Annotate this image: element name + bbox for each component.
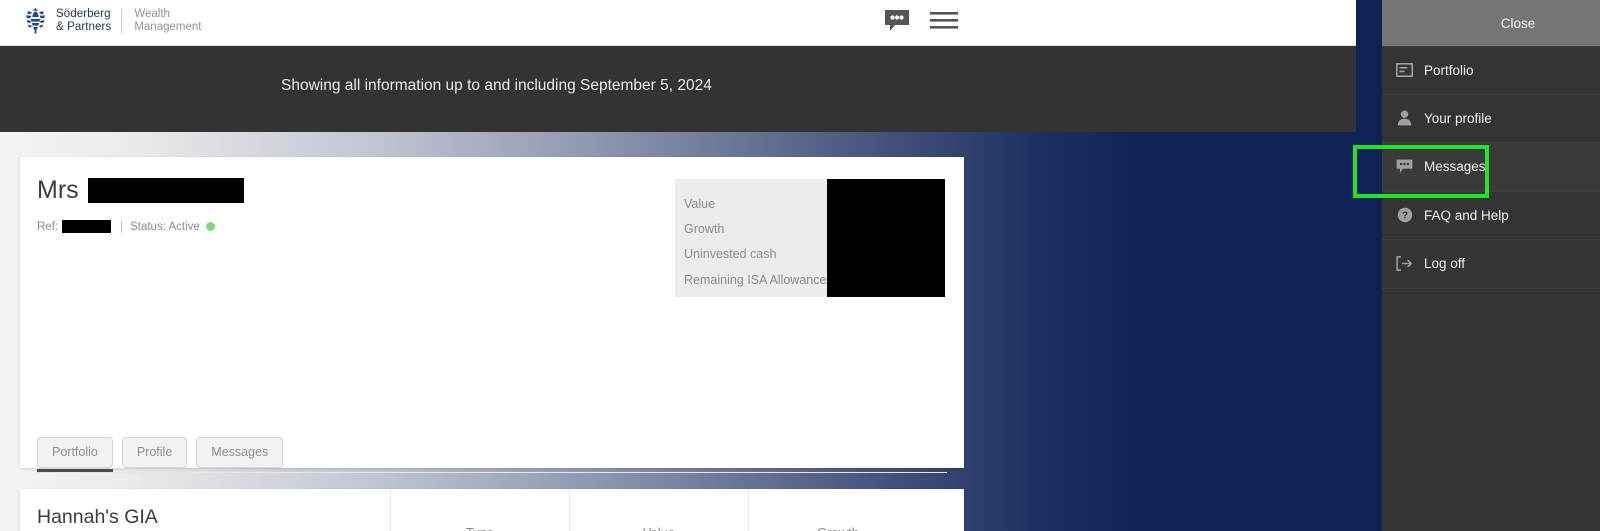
- summary-label-growth: Growth: [684, 222, 725, 237]
- summary-panel: Value Growth Uninvested cash Remaining I…: [675, 179, 945, 297]
- speech-bubble-icon[interactable]: [884, 9, 910, 32]
- sidebar-item-log-off[interactable]: Log off: [1382, 240, 1600, 289]
- tab-messages[interactable]: Messages: [196, 437, 284, 468]
- info-strip-text: Showing all information up to and includ…: [281, 77, 712, 94]
- info-strip: Showing all information up to and includ…: [0, 46, 1356, 132]
- redacted-summary-values: [827, 179, 945, 297]
- sidebar-item-messages[interactable]: Messages: [1382, 143, 1600, 192]
- redacted-client-name: [87, 177, 244, 203]
- summary-label-value: Value: [684, 197, 716, 211]
- hamburger-menu-icon[interactable]: [930, 11, 958, 30]
- header-actions: [884, 9, 958, 32]
- account-salutation: Mrs: [37, 176, 79, 204]
- top-header: Söderberg & Partners Wealth Management: [0, 0, 1356, 46]
- ref-label: Ref:: [37, 220, 59, 233]
- holding-column-type: Type: [390, 489, 569, 531]
- sidebar-item-label: Your profile: [1424, 110, 1492, 126]
- holding-column-value: Value: [569, 489, 748, 531]
- holding-column-growth: Growth: [748, 489, 927, 531]
- brand-wordmark: Söderberg & Partners: [56, 7, 112, 33]
- summary-label-uninvested-cash: Uninvested cash: [684, 247, 777, 262]
- soderberg-tree-logo-icon: [24, 7, 47, 34]
- brand-subtitle: Wealth Management: [134, 7, 202, 33]
- drawer-close-bar[interactable]: Close: [1382, 0, 1600, 46]
- person-icon: [1396, 110, 1413, 127]
- brand-divider: [121, 8, 123, 33]
- meta-separator: |: [120, 220, 124, 233]
- close-button[interactable]: Close: [1501, 16, 1536, 31]
- status-dot-icon: [205, 222, 215, 231]
- brand-logo[interactable]: Söderberg & Partners Wealth Management: [24, 7, 201, 34]
- question-circle-icon: ?: [1396, 207, 1413, 224]
- svg-text:?: ?: [1401, 211, 1407, 222]
- account-title-row: Mrs: [37, 176, 244, 204]
- status-badge: Status: Active: [130, 220, 200, 233]
- summary-labels: Value Growth Uninvested cash Remaining I…: [675, 179, 827, 297]
- tab-portfolio[interactable]: Portfolio: [37, 437, 113, 472]
- card-divider: [37, 472, 947, 473]
- sidebar-item-label: Portfolio: [1424, 62, 1474, 78]
- account-tab-bar: Portfolio Profile Messages: [37, 437, 284, 472]
- sidebar-item-your-profile[interactable]: Your profile: [1382, 95, 1600, 143]
- drawer-region: Close Portfolio Your profile Messages ? …: [1356, 0, 1600, 531]
- navigation-drawer: Close Portfolio Your profile Messages ? …: [1382, 0, 1600, 531]
- tab-profile[interactable]: Profile: [121, 437, 188, 468]
- sidebar-item-portfolio[interactable]: Portfolio: [1382, 46, 1600, 95]
- card-list-icon: [1396, 62, 1413, 79]
- sidebar-item-faq-and-help[interactable]: ? FAQ and Help: [1382, 192, 1600, 240]
- account-meta: Ref: | Status: Active: [37, 220, 215, 233]
- main-content-region: Söderberg & Partners Wealth Management S…: [0, 0, 1356, 531]
- holding-card: Hannah's GIA Type Value Growth: [20, 489, 964, 531]
- app-root: Söderberg & Partners Wealth Management S…: [0, 0, 1600, 531]
- account-summary-card: Mrs Ref: | Status: Active Value Growth U…: [20, 157, 964, 531]
- summary-label-remaining-isa-allowance: Remaining ISA Allowance: [684, 272, 827, 287]
- sidebar-item-label: Log off: [1424, 256, 1466, 272]
- sidebar-item-label: FAQ and Help: [1424, 207, 1509, 223]
- redacted-reference: [62, 220, 112, 233]
- speech-bubble-icon: [1396, 158, 1413, 175]
- drawer-item-list: Portfolio Your profile Messages ? FAQ an…: [1382, 46, 1600, 289]
- exit-arrow-icon: [1396, 255, 1413, 272]
- holding-title: Hannah's GIA: [37, 506, 158, 528]
- sidebar-item-label: Messages: [1424, 159, 1486, 175]
- holding-column-headers: Type Value Growth: [390, 489, 927, 531]
- page-body: Mrs Ref: | Status: Active Value Growth U…: [0, 132, 1356, 531]
